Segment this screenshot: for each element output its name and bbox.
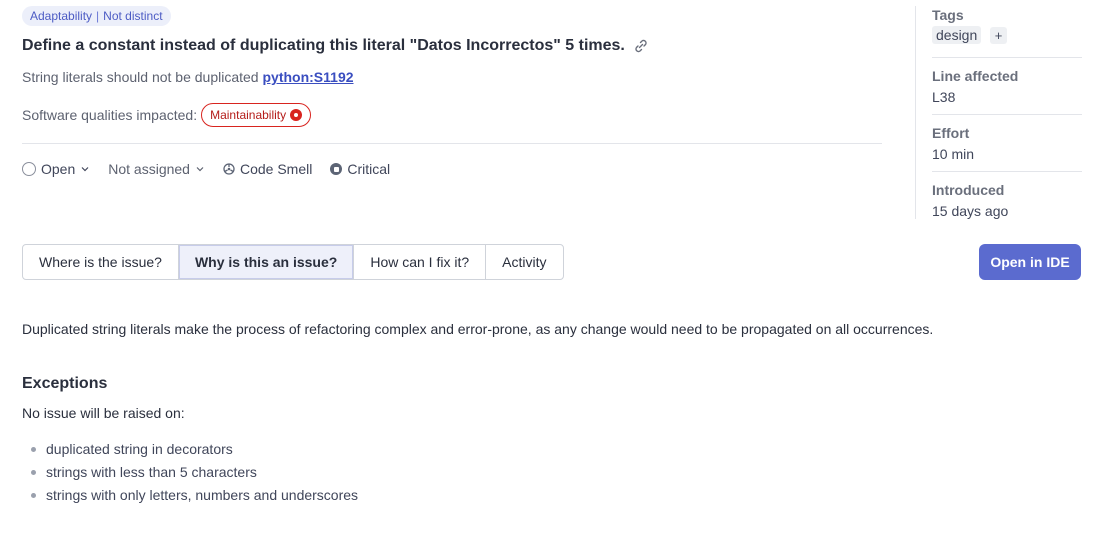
issue-details-sidebar: Tags design + Line affected L38 Effort 1… xyxy=(915,6,1082,219)
rule-line: String literals should not be duplicated… xyxy=(22,69,354,85)
issue-title-text: Define a constant instead of duplicating… xyxy=(22,37,625,54)
issue-tabs: Where is the issue? Why is this an issue… xyxy=(22,244,564,280)
severity-high-icon xyxy=(290,109,303,121)
assignee-label: Not assigned xyxy=(108,161,190,177)
severity: Critical xyxy=(330,161,390,177)
clean-code-attribute-badge: Adaptability | Not distinct xyxy=(22,6,171,26)
introduced-label: Introduced xyxy=(932,182,1005,198)
effort-label: Effort xyxy=(932,125,970,141)
effort-value: 10 min xyxy=(932,146,975,162)
issue-title: Define a constant instead of duplicating… xyxy=(22,37,649,55)
tab-how-can-i-fix-it[interactable]: How can I fix it? xyxy=(354,245,487,279)
list-item: strings with only letters, numbers and u… xyxy=(22,481,358,509)
issue-status-row: Open Not assigned Code Smell Critical xyxy=(22,161,408,177)
link-icon[interactable] xyxy=(633,38,649,54)
quality-label: Maintainability xyxy=(210,108,287,122)
tab-where-is-the-issue[interactable]: Where is the issue? xyxy=(23,245,179,279)
software-qualities: Software qualities impacted: Maintainabi… xyxy=(22,103,312,127)
rule-text: String literals should not be duplicated xyxy=(22,69,259,85)
add-tag-button[interactable]: + xyxy=(989,27,1008,44)
chevron-down-icon xyxy=(81,167,89,172)
severity-label: Critical xyxy=(347,161,391,177)
issue-description: Duplicated string literals make the proc… xyxy=(22,321,934,337)
badge-separator: | xyxy=(96,9,100,23)
exceptions-intro: No issue will be raised on: xyxy=(22,405,185,421)
effort-section: Effort 10 min xyxy=(932,125,1082,162)
rule-key-link[interactable]: python:S1192 xyxy=(262,69,353,85)
open-in-ide-button[interactable]: Open in IDE xyxy=(979,244,1081,280)
introduced-section: Introduced 15 days ago xyxy=(932,182,1082,219)
line-label: Line affected xyxy=(932,68,1019,84)
code-smell-icon xyxy=(223,163,235,175)
tag-chip[interactable]: design xyxy=(932,26,982,44)
chevron-down-icon xyxy=(196,167,204,172)
line-section: Line affected L38 xyxy=(932,68,1082,105)
status-label: Open xyxy=(41,161,76,177)
badge-value: Not distinct xyxy=(103,9,163,23)
issue-type: Code Smell xyxy=(223,161,312,177)
exceptions-heading: Exceptions xyxy=(22,375,108,392)
divider xyxy=(22,143,882,144)
quality-pill-maintainability[interactable]: Maintainability xyxy=(201,103,312,127)
exceptions-list: duplicated string in decorators strings … xyxy=(22,440,358,509)
status-dropdown[interactable]: Open xyxy=(22,161,90,177)
sidebar-divider xyxy=(932,171,1082,172)
type-label: Code Smell xyxy=(239,161,313,177)
tags-label: Tags xyxy=(932,7,964,23)
tab-why-is-this-an-issue[interactable]: Why is this an issue? xyxy=(178,245,355,279)
qualities-label: Software qualities impacted: xyxy=(22,107,198,123)
line-value: L38 xyxy=(932,89,956,105)
badge-attribute: Adaptability xyxy=(30,9,93,23)
sidebar-divider xyxy=(932,114,1082,115)
critical-severity-icon xyxy=(330,163,343,175)
introduced-value: 15 days ago xyxy=(932,203,1009,219)
status-open-icon xyxy=(22,162,36,176)
assignee-dropdown[interactable]: Not assigned xyxy=(108,161,205,177)
tab-activity[interactable]: Activity xyxy=(486,245,562,279)
tags-section: Tags design + xyxy=(932,7,1082,45)
sidebar-divider xyxy=(932,57,1082,58)
